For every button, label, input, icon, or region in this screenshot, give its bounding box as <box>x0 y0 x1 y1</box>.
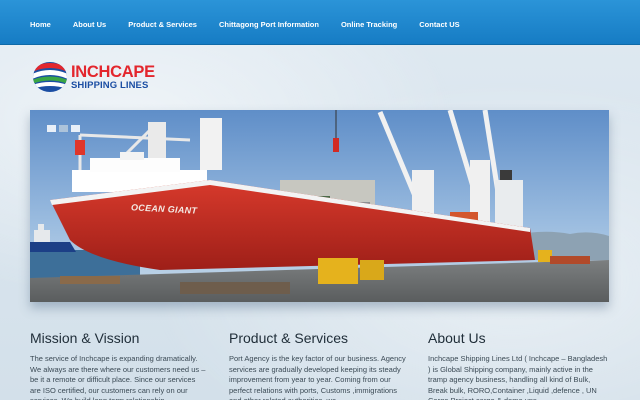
about-text: Inchcape Shipping Lines Ltd ( Inchcape –… <box>428 354 608 400</box>
hero-slider: OCEAN GIANT <box>30 110 609 302</box>
logo-subtitle: SHIPPING LINES <box>71 80 149 91</box>
hero-image <box>30 110 609 302</box>
slider-dots <box>47 125 80 132</box>
logo-title: INCHCAPE <box>71 62 155 81</box>
nav-list: Home About Us Product & Services Chittag… <box>0 0 640 45</box>
products-section: Product & Services Port Agency is the ke… <box>229 330 407 400</box>
slider-dot-2[interactable] <box>59 125 68 132</box>
mission-title: Mission & Vission <box>30 330 140 346</box>
about-section: About Us Inchcape Shipping Lines Ltd ( I… <box>428 330 610 400</box>
main-nav: Home About Us Product & Services Chittag… <box>0 0 640 45</box>
slider-dot-1[interactable] <box>47 125 56 132</box>
site-logo[interactable]: INCHCAPE SHIPPING LINES <box>32 60 172 94</box>
about-title: About Us <box>428 330 486 346</box>
nav-item-online-tracking[interactable]: Online Tracking <box>341 20 397 29</box>
logo-text: INCHCAPE SHIPPING LINES <box>71 62 155 91</box>
products-title: Product & Services <box>229 330 349 346</box>
mission-section: Mission & Vission The service of Inchcap… <box>30 330 208 400</box>
nav-item-contact-us[interactable]: Contact US <box>419 20 459 29</box>
mission-text: The service of Inchcape is expanding dra… <box>30 354 206 400</box>
globe-logo-icon <box>33 62 67 92</box>
nav-item-home[interactable]: Home <box>30 20 51 29</box>
nav-item-about-us[interactable]: About Us <box>73 20 106 29</box>
products-text: Port Agency is the key factor of our bus… <box>229 354 406 400</box>
nav-item-chittagong-port[interactable]: Chittagong Port Information <box>219 20 319 29</box>
nav-item-product-services[interactable]: Product & Services <box>128 20 197 29</box>
slider-dot-3[interactable] <box>71 125 80 132</box>
